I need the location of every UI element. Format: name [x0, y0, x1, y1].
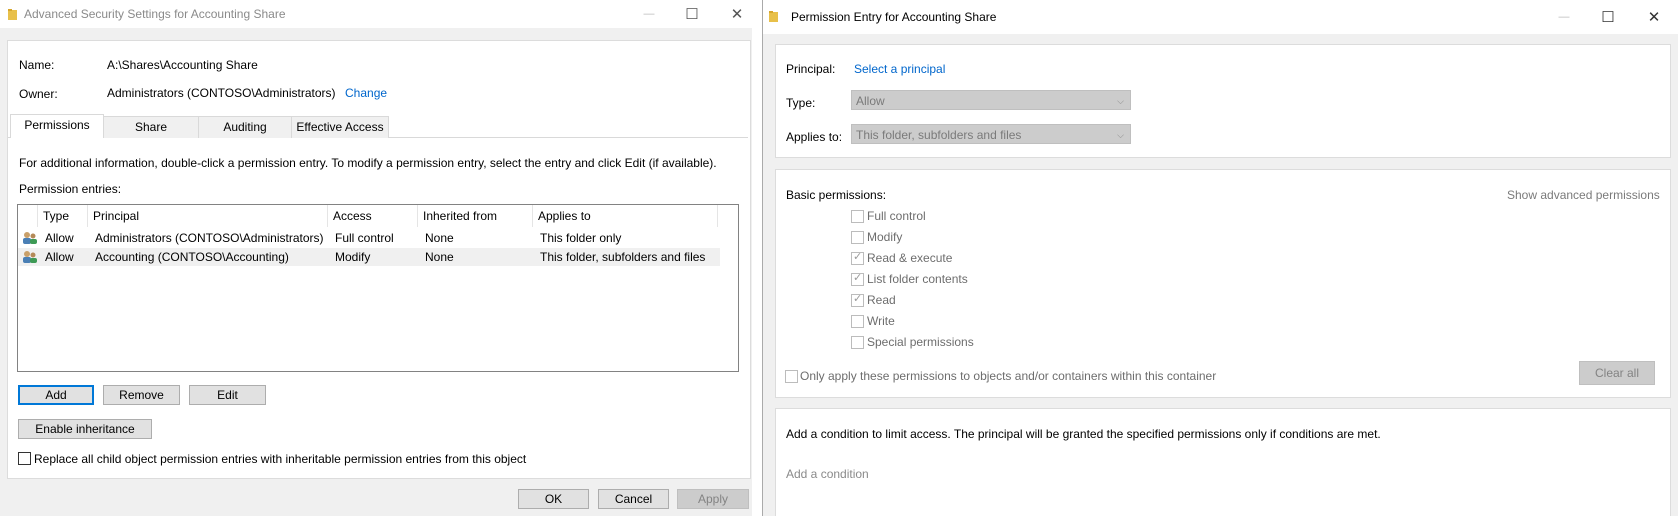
add-button[interactable]: Add — [18, 385, 94, 405]
users-icon — [23, 251, 37, 263]
read-label: Read — [867, 293, 896, 307]
list-folder-contents-label: List folder contents — [867, 272, 968, 286]
modify-label: Modify — [867, 230, 903, 244]
row-inherited-from: None — [425, 231, 454, 245]
maximize-button[interactable]: ☐ — [1585, 3, 1631, 31]
folder-icon — [769, 11, 778, 22]
column-access[interactable]: Access — [328, 205, 418, 227]
read-execute-label: Read & execute — [867, 251, 953, 265]
title-bar[interactable]: Permission Entry for Accounting Share — … — [763, 0, 1678, 34]
maximize-button[interactable]: ☐ — [669, 0, 715, 28]
remove-button[interactable]: Remove — [103, 385, 180, 405]
show-advanced-permissions-link[interactable]: Show advanced permissions — [1507, 188, 1660, 202]
change-owner-link[interactable]: Change — [345, 86, 387, 100]
minimize-button[interactable]: — — [626, 0, 672, 28]
chevron-down-icon: ⌵ — [1117, 96, 1124, 106]
column-icon — [18, 205, 38, 227]
full-control-label: Full control — [867, 209, 926, 223]
window-title: Advanced Security Settings for Accountin… — [24, 7, 286, 21]
replace-child-permissions-checkbox[interactable] — [18, 452, 31, 465]
only-apply-checkbox[interactable] — [785, 370, 798, 383]
type-select[interactable]: Allow ⌵ — [851, 90, 1131, 110]
users-icon — [23, 232, 37, 244]
column-principal[interactable]: Principal — [88, 205, 328, 227]
column-type[interactable]: Type — [38, 205, 88, 227]
modify-checkbox[interactable] — [851, 231, 864, 244]
tab-effective-access[interactable]: Effective Access — [291, 116, 389, 139]
list-folder-contents-checkbox[interactable] — [851, 271, 864, 286]
row-applies-to: This folder only — [540, 231, 622, 245]
advanced-security-window: Advanced Security Settings for Accountin… — [0, 0, 752, 516]
only-apply-label: Only apply these permissions to objects … — [800, 369, 1217, 383]
name-value: A:\Shares\Accounting Share — [107, 58, 258, 72]
write-label: Write — [867, 314, 895, 328]
tab-permissions[interactable]: Permissions — [10, 114, 104, 140]
close-button[interactable]: ✕ — [714, 0, 752, 28]
table-row-selected[interactable]: Allow Accounting (CONTOSO\Accounting) Mo… — [18, 248, 720, 266]
write-checkbox[interactable] — [851, 315, 864, 328]
owner-value: Administrators (CONTOSO\Administrators) — [107, 86, 336, 100]
table-row[interactable]: Allow Administrators (CONTOSO\Administra… — [18, 229, 720, 247]
applies-to-select[interactable]: This folder, subfolders and files ⌵ — [851, 124, 1131, 144]
permission-entry-window: Permission Entry for Accounting Share — … — [762, 0, 1678, 516]
type-select-value: Allow — [856, 94, 885, 108]
read-execute-checkbox[interactable] — [851, 250, 864, 265]
window-gap — [752, 0, 762, 516]
condition-info-text: Add a condition to limit access. The pri… — [786, 427, 1381, 441]
row-applies-to: This folder, subfolders and files — [540, 250, 706, 264]
row-inherited-from: None — [425, 250, 454, 264]
chevron-down-icon: ⌵ — [1117, 130, 1124, 140]
info-text: For additional information, double-click… — [19, 156, 717, 170]
row-principal: Administrators (CONTOSO\Administrators) — [95, 231, 324, 245]
applies-to-label: Applies to: — [786, 130, 843, 144]
edit-button[interactable]: Edit — [189, 385, 266, 405]
column-applies-to[interactable]: Applies to — [533, 205, 718, 227]
applies-to-select-value: This folder, subfolders and files — [856, 128, 1022, 142]
special-permissions-checkbox[interactable] — [851, 336, 864, 349]
row-type: Allow — [45, 250, 74, 264]
column-inherited-from[interactable]: Inherited from — [418, 205, 533, 227]
close-button[interactable]: ✕ — [1631, 3, 1677, 31]
type-label: Type: — [786, 96, 816, 110]
window-title: Permission Entry for Accounting Share — [791, 10, 997, 24]
permission-entries-label: Permission entries: — [19, 182, 122, 196]
title-bar[interactable]: Advanced Security Settings for Accountin… — [0, 0, 752, 28]
add-condition-link[interactable]: Add a condition — [786, 467, 869, 481]
row-access: Full control — [335, 231, 394, 245]
basic-permissions-label: Basic permissions: — [786, 188, 887, 202]
minimize-button[interactable]: — — [1541, 3, 1587, 31]
ok-button[interactable]: OK — [518, 489, 589, 509]
full-control-checkbox[interactable] — [851, 210, 864, 223]
name-label: Name: — [19, 58, 55, 72]
principal-label: Principal: — [786, 62, 836, 76]
row-principal: Accounting (CONTOSO\Accounting) — [95, 250, 289, 264]
tab-share[interactable]: Share — [103, 116, 199, 139]
enable-inheritance-button[interactable]: Enable inheritance — [18, 419, 152, 439]
condition-panel — [775, 408, 1671, 516]
replace-child-permissions-label: Replace all child object permission entr… — [34, 452, 527, 466]
folder-icon — [8, 9, 17, 20]
cancel-button[interactable]: Cancel — [598, 489, 669, 509]
row-type: Allow — [45, 231, 74, 245]
read-checkbox[interactable] — [851, 292, 864, 307]
permission-entries-list[interactable]: Type Principal Access Inherited from App… — [17, 204, 739, 372]
tab-auditing[interactable]: Auditing — [198, 116, 292, 139]
clear-all-button[interactable]: Clear all — [1579, 361, 1655, 385]
row-access: Modify — [335, 250, 371, 264]
owner-label: Owner: — [19, 87, 58, 101]
select-principal-link[interactable]: Select a principal — [854, 62, 945, 76]
special-permissions-label: Special permissions — [867, 335, 974, 349]
apply-button[interactable]: Apply — [677, 489, 749, 509]
